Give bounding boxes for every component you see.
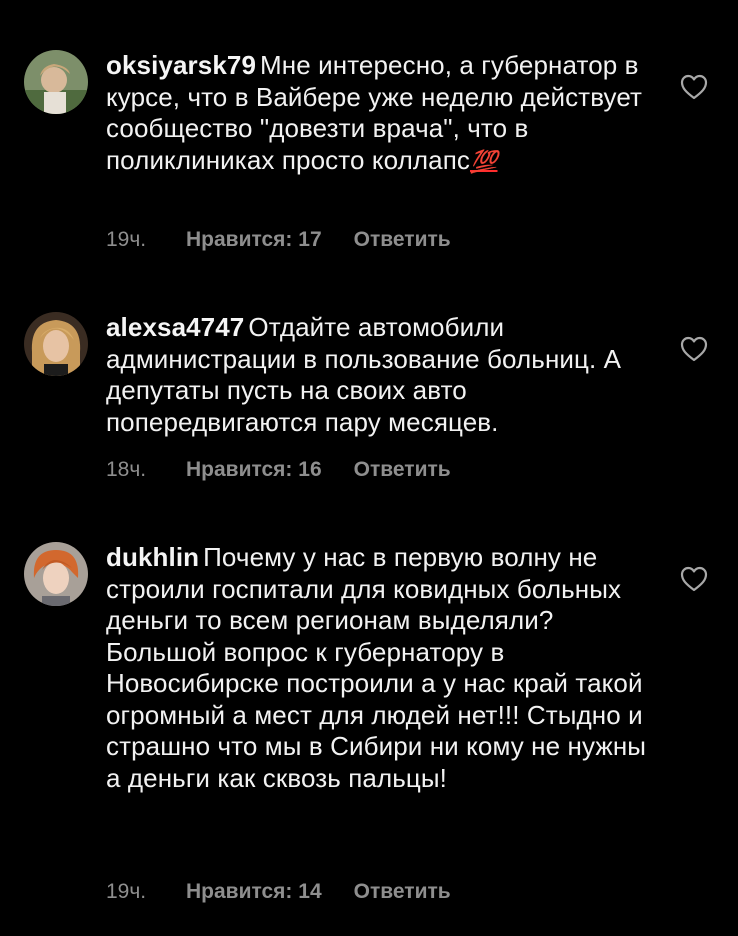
comment-username[interactable]: dukhlin (106, 542, 199, 572)
comment-meta: 18ч. Нравится: 16 Ответить (106, 457, 451, 483)
avatar[interactable] (24, 542, 88, 606)
heart-outline-icon[interactable] (680, 74, 708, 100)
hundred-points-icon: 💯 (469, 148, 498, 174)
comment-text: alexsa4747 Отдайте автомобили администрац… (106, 312, 666, 438)
reply-button[interactable]: Ответить (354, 227, 451, 253)
comment-time[interactable]: 19ч. (106, 879, 186, 905)
comment-likes[interactable]: Нравится: 16 (186, 457, 322, 483)
reply-button[interactable]: Ответить (354, 879, 451, 905)
comment-meta: 19ч. Нравится: 17 Ответить (106, 227, 451, 253)
avatar[interactable] (24, 50, 88, 114)
reply-button[interactable]: Ответить (354, 457, 451, 483)
heart-outline-icon[interactable] (680, 336, 708, 362)
comment-meta: 19ч. Нравится: 14 Ответить (106, 879, 451, 905)
comment-likes[interactable]: Нравится: 14 (186, 879, 322, 905)
comment-time[interactable]: 19ч. (106, 227, 186, 253)
comment-time[interactable]: 18ч. (106, 457, 186, 483)
comment-text: oksiyarsk79 Мне интересно, а губернатор в… (106, 50, 666, 177)
comment-likes[interactable]: Нравится: 17 (186, 227, 322, 253)
avatar[interactable] (24, 312, 88, 376)
heart-outline-icon[interactable] (680, 566, 708, 592)
comment-text: dukhlin Почему у нас в первую волну не ст… (106, 542, 666, 794)
comment-username[interactable]: oksiyarsk79 (106, 50, 256, 80)
comment-body: Почему у нас в первую волну не строили г… (106, 542, 647, 793)
comment-username[interactable]: alexsa4747 (106, 312, 244, 342)
